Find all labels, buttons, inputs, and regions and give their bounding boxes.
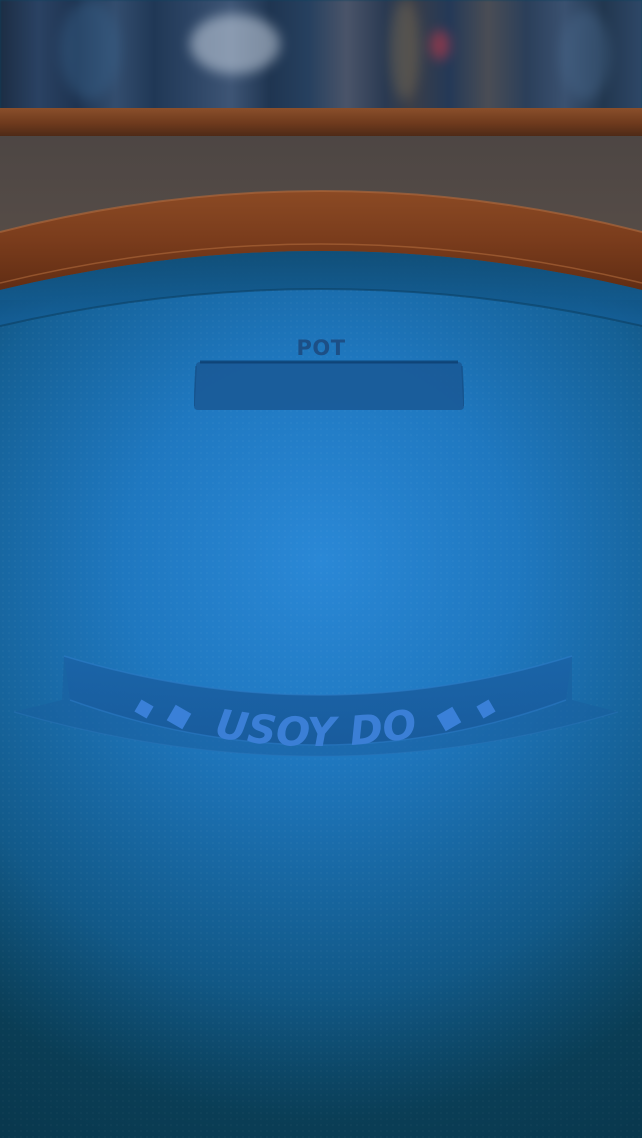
pot-display	[194, 360, 464, 410]
game-scene: PUSOY DOS POT	[0, 0, 642, 1138]
pot-label: POT	[296, 336, 346, 360]
poker-table: PUSOY DOS	[0, 0, 642, 1138]
